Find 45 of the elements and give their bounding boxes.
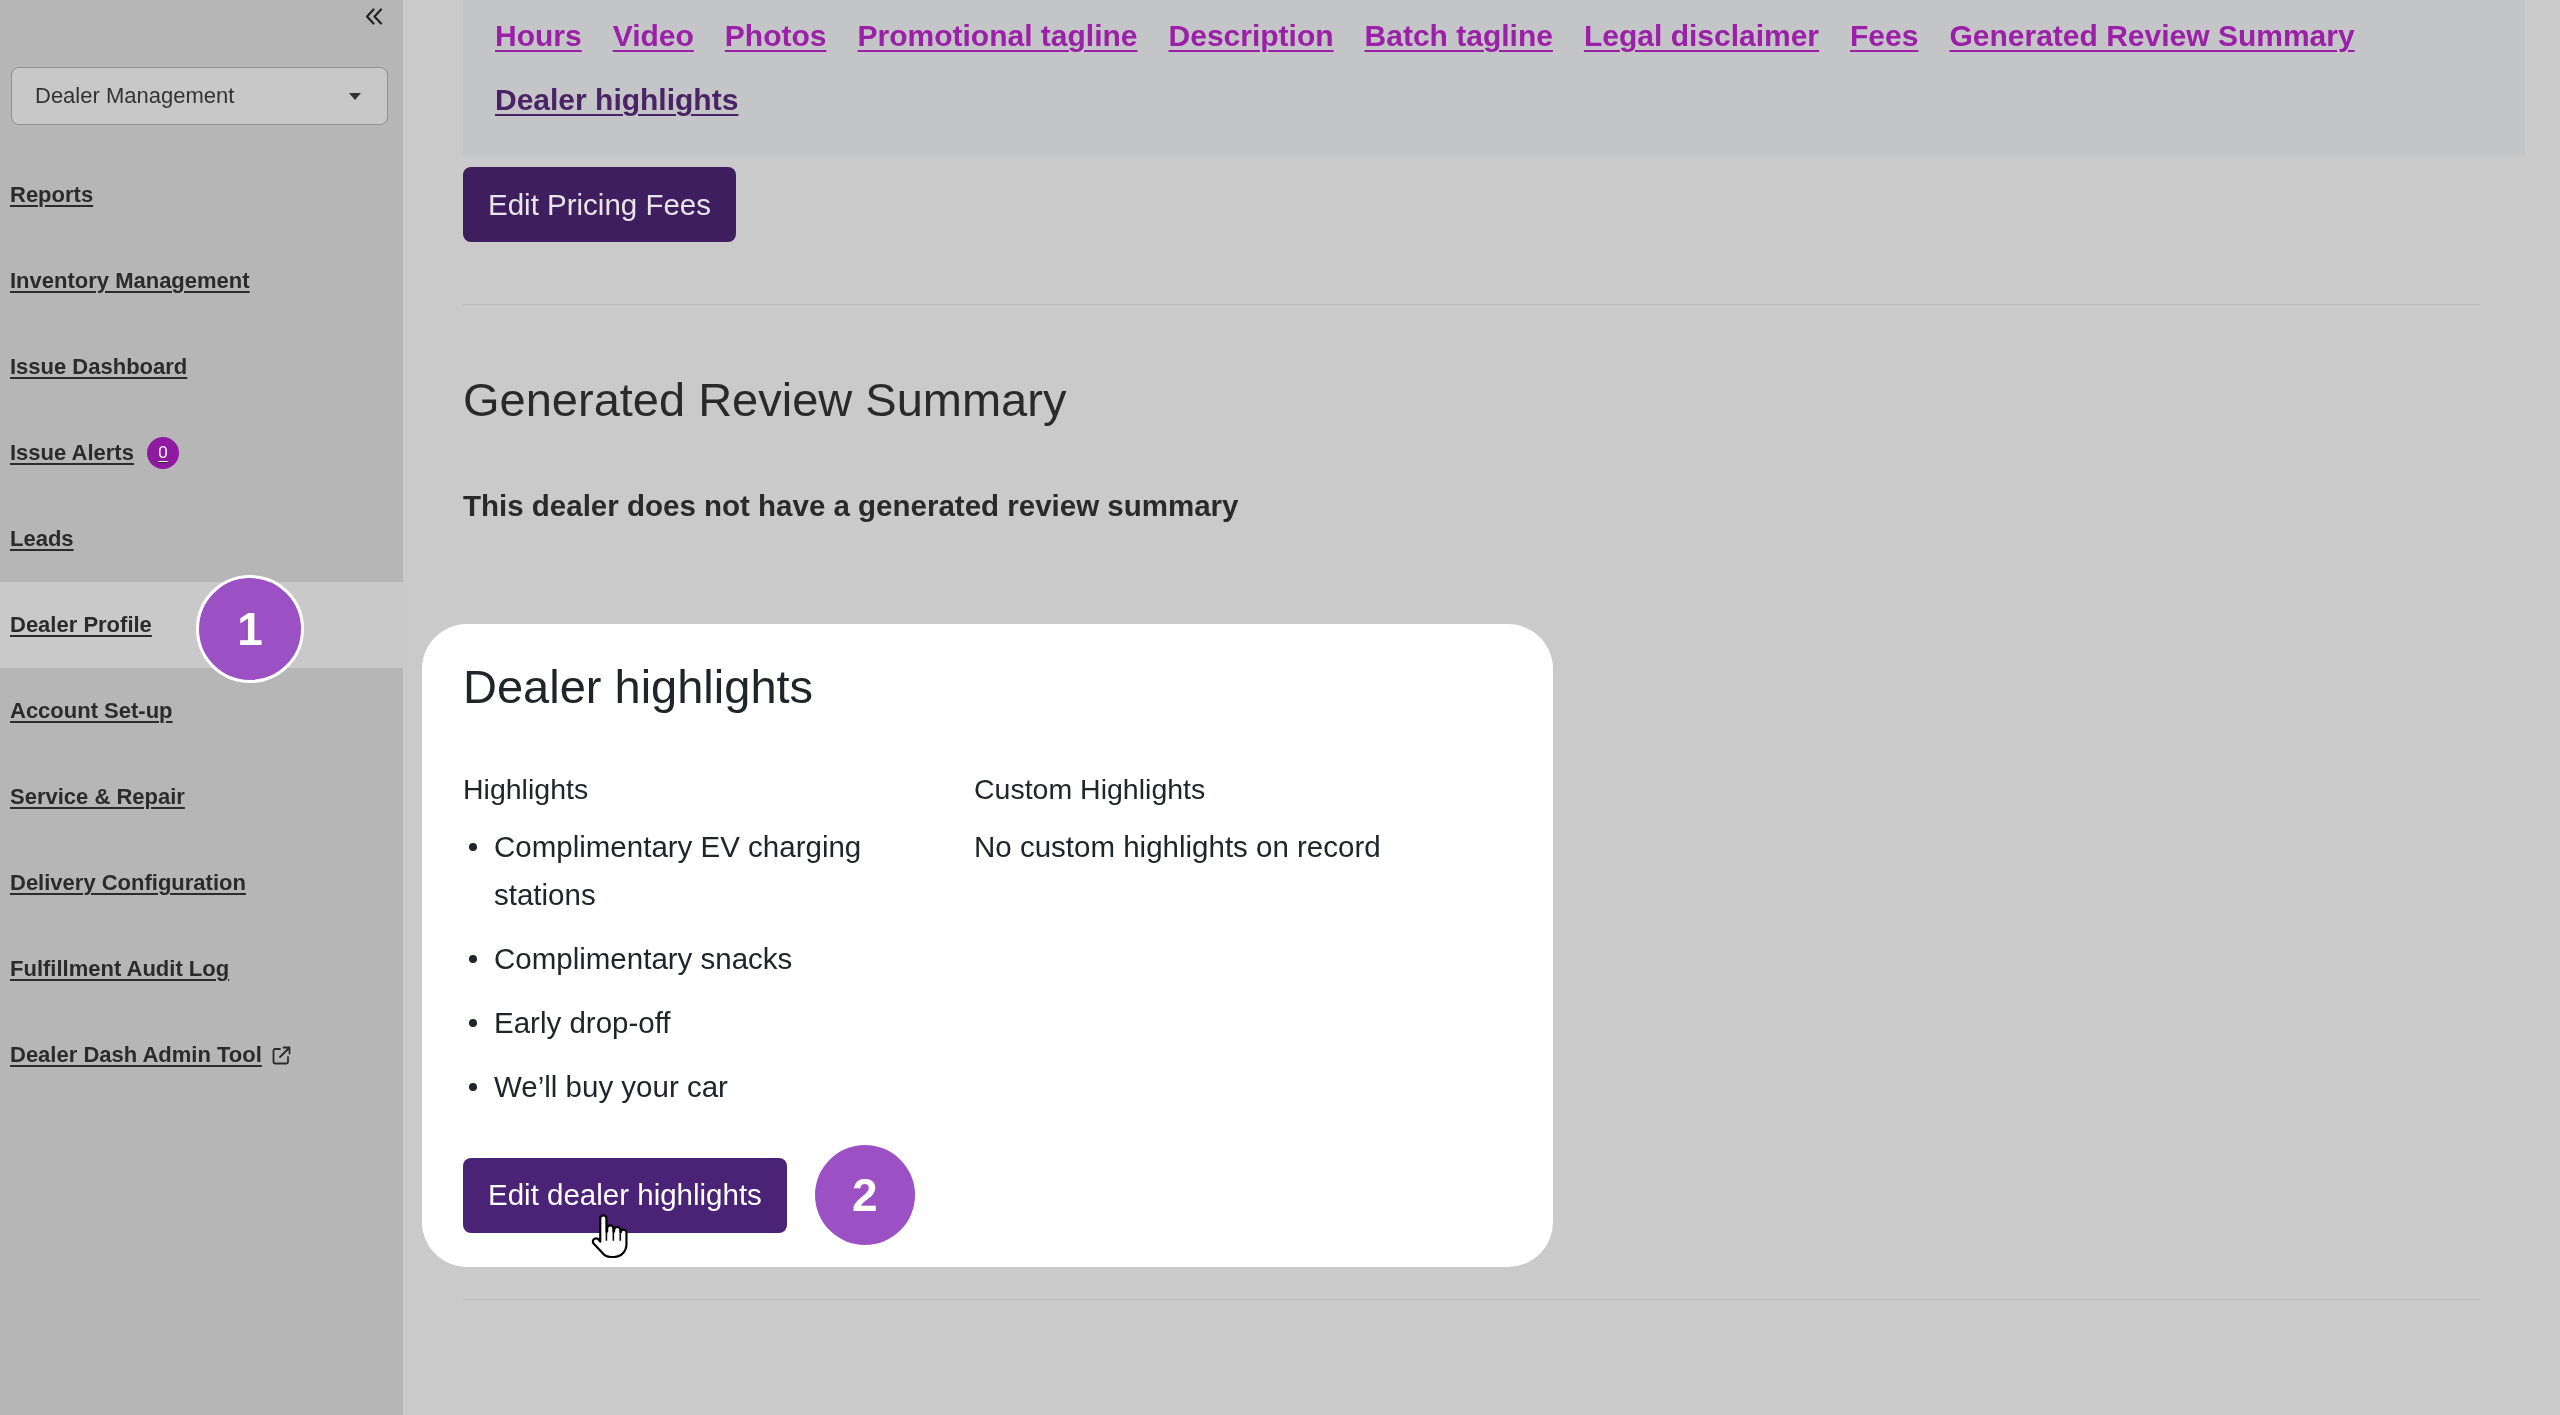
sidebar-link[interactable]: Fulfillment Audit Log — [10, 956, 230, 982]
section-link[interactable]: Description — [1168, 11, 1334, 61]
step-number-marker: 1 — [196, 575, 304, 683]
collapse-icon[interactable] — [365, 8, 383, 25]
empty-state-message: This dealer does not have a generated review summary — [463, 488, 1240, 524]
column-heading: Highlights — [463, 772, 590, 807]
section-link[interactable]: Video — [612, 11, 694, 61]
section-link[interactable]: Photos — [724, 11, 827, 61]
section-link[interactable]: Fees — [1850, 11, 1919, 61]
highlight-item: Early drop-off — [494, 1005, 671, 1041]
sidebar-link[interactable]: Dealer Dash Admin Tool — [10, 1042, 291, 1068]
section-link[interactable]: Promotional tagline — [857, 11, 1138, 61]
sidebar-link[interactable]: Account Set-up — [10, 698, 173, 724]
section-link[interactable]: Legal disclaimer — [1583, 11, 1820, 61]
bullet-icon — [469, 843, 477, 851]
sidebar-link[interactable]: Reports — [10, 182, 94, 208]
sidebar-link[interactable]: Issue Alerts 0 — [10, 437, 179, 469]
sidebar-link[interactable]: Issue Dashboard — [10, 354, 188, 380]
column-heading: Custom Highlights — [974, 772, 1207, 807]
bullet-icon — [469, 1019, 477, 1027]
edit-pricing-fees-button[interactable]: Edit Pricing Fees — [463, 167, 736, 242]
sidebar-link[interactable]: Dealer Profile — [10, 612, 152, 638]
hand-cursor-icon — [591, 1213, 628, 1261]
bullet-icon — [469, 1083, 477, 1091]
highlight-item: Complimentary EV charging stations — [494, 829, 863, 913]
edit-highlights-button[interactable]: Edit dealer highlights — [463, 1157, 787, 1233]
highlight-item: Complimentary snacks — [494, 941, 793, 977]
section-link[interactable]: Dealer highlights — [495, 75, 739, 125]
count-badge: 0 — [146, 437, 179, 469]
sidebar-link[interactable]: Delivery Configuration — [10, 870, 246, 896]
step-number-marker: 2 — [814, 1145, 915, 1245]
caret-icon — [349, 92, 361, 100]
sidebar-link[interactable]: Inventory Management — [10, 268, 250, 294]
dropdown-select[interactable]: Dealer Management — [11, 67, 388, 125]
section-link[interactable]: Generated Review Summary — [1949, 11, 2355, 61]
card-title: Dealer highlights — [463, 659, 815, 715]
section-heading: Generated Review Summary — [463, 372, 1068, 428]
section-link[interactable]: Hours — [495, 11, 582, 61]
empty-state-message: No custom highlights on record — [974, 829, 1382, 865]
sidebar-link[interactable]: Leads — [10, 526, 74, 552]
sidebar-link[interactable]: Service & Repair — [10, 784, 185, 810]
highlight-item: We’ll buy your car — [494, 1069, 728, 1105]
section-link[interactable]: Batch tagline — [1364, 11, 1553, 61]
bullet-icon — [469, 955, 477, 963]
external-link-icon — [271, 1045, 291, 1065]
